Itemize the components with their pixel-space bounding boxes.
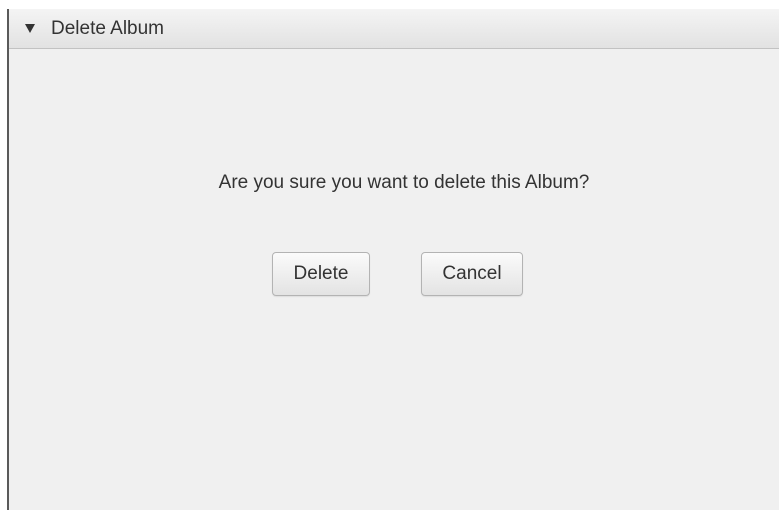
triangle-down-icon[interactable] [25,24,35,33]
delete-button[interactable]: Delete [272,252,370,296]
pane-header[interactable]: Delete Album [9,9,779,49]
cancel-button[interactable]: Cancel [421,252,523,296]
delete-album-pane: Delete Album Are you sure you want to de… [9,9,779,510]
window: Delete Album Are you sure you want to de… [0,0,779,510]
pane-title: Delete Album [51,17,165,39]
confirmation-message: Are you sure you want to delete this Alb… [218,172,590,193]
